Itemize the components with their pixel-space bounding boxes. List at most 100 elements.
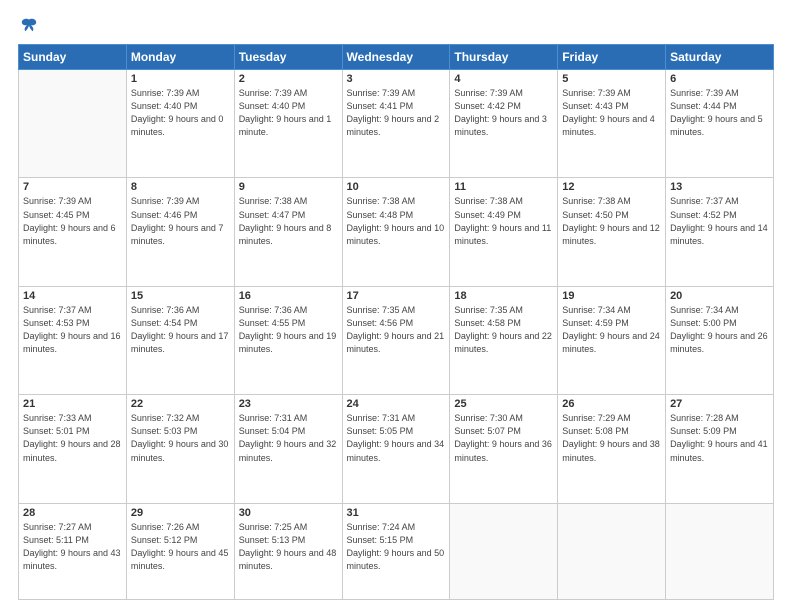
calendar-cell: 17 Sunrise: 7:35 AMSunset: 4:56 PMDayligh… bbox=[342, 286, 450, 394]
calendar-cell: 9Sunrise: 7:38 AMSunset: 4:47 PMDaylight… bbox=[234, 178, 342, 286]
day-number: 22 bbox=[131, 398, 230, 410]
day-info: Sunrise: 7:39 AMSunset: 4:40 PMDaylight:… bbox=[239, 87, 338, 139]
weekday-header-sunday: Sunday bbox=[19, 45, 127, 70]
calendar-cell: 10 Sunrise: 7:38 AMSunset: 4:48 PMDayligh… bbox=[342, 178, 450, 286]
calendar-cell: 5 Sunrise: 7:39 AMSunset: 4:43 PMDaylight… bbox=[558, 70, 666, 178]
calendar-cell: 16 Sunrise: 7:36 AMSunset: 4:55 PMDayligh… bbox=[234, 286, 342, 394]
day-info: Sunrise: 7:38 AMSunset: 4:47 PMDaylight:… bbox=[239, 195, 338, 247]
day-number: 7 bbox=[23, 181, 122, 193]
calendar-cell bbox=[666, 503, 774, 599]
day-number: 4 bbox=[454, 73, 553, 85]
calendar-cell: 29Sunrise: 7:26 AMSunset: 5:12 PMDayligh… bbox=[126, 503, 234, 599]
day-number: 12 bbox=[562, 181, 661, 193]
calendar-cell: 18 Sunrise: 7:35 AMSunset: 4:58 PMDayligh… bbox=[450, 286, 558, 394]
calendar-cell: 28Sunrise: 7:27 AMSunset: 5:11 PMDayligh… bbox=[19, 503, 127, 599]
day-info: Sunrise: 7:37 AMSunset: 4:52 PMDaylight:… bbox=[670, 195, 769, 247]
calendar-cell: 25Sunrise: 7:30 AMSunset: 5:07 PMDayligh… bbox=[450, 395, 558, 503]
day-info: Sunrise: 7:26 AMSunset: 5:12 PMDaylight:… bbox=[131, 521, 230, 573]
day-info: Sunrise: 7:32 AMSunset: 5:03 PMDaylight:… bbox=[131, 412, 230, 464]
day-info: Sunrise: 7:36 AMSunset: 4:55 PMDaylight:… bbox=[239, 304, 338, 356]
day-number: 13 bbox=[670, 181, 769, 193]
header bbox=[18, 16, 774, 34]
calendar-cell: 13 Sunrise: 7:37 AMSunset: 4:52 PMDayligh… bbox=[666, 178, 774, 286]
day-info: Sunrise: 7:34 AMSunset: 5:00 PMDaylight:… bbox=[670, 304, 769, 356]
weekday-header-thursday: Thursday bbox=[450, 45, 558, 70]
day-number: 28 bbox=[23, 507, 122, 519]
weekday-header-friday: Friday bbox=[558, 45, 666, 70]
day-info: Sunrise: 7:29 AMSunset: 5:08 PMDaylight:… bbox=[562, 412, 661, 464]
calendar-cell: 15Sunrise: 7:36 AMSunset: 4:54 PMDayligh… bbox=[126, 286, 234, 394]
calendar-cell: 14 Sunrise: 7:37 AMSunset: 4:53 PMDayligh… bbox=[19, 286, 127, 394]
calendar-cell bbox=[19, 70, 127, 178]
day-info: Sunrise: 7:37 AMSunset: 4:53 PMDaylight:… bbox=[23, 304, 122, 356]
day-info: Sunrise: 7:39 AMSunset: 4:46 PMDaylight:… bbox=[131, 195, 230, 247]
day-info: Sunrise: 7:35 AMSunset: 4:56 PMDaylight:… bbox=[347, 304, 446, 356]
weekday-header-wednesday: Wednesday bbox=[342, 45, 450, 70]
calendar-cell: 24Sunrise: 7:31 AMSunset: 5:05 PMDayligh… bbox=[342, 395, 450, 503]
day-number: 16 bbox=[239, 290, 338, 302]
day-info: Sunrise: 7:39 AMSunset: 4:42 PMDaylight:… bbox=[454, 87, 553, 139]
day-info: Sunrise: 7:35 AMSunset: 4:58 PMDaylight:… bbox=[454, 304, 553, 356]
day-number: 8 bbox=[131, 181, 230, 193]
day-number: 30 bbox=[239, 507, 338, 519]
calendar-cell: 1Sunrise: 7:39 AMSunset: 4:40 PMDaylight… bbox=[126, 70, 234, 178]
week-row-1: 1Sunrise: 7:39 AMSunset: 4:40 PMDaylight… bbox=[19, 70, 774, 178]
calendar-table: SundayMondayTuesdayWednesdayThursdayFrid… bbox=[18, 44, 774, 600]
logo bbox=[18, 16, 38, 34]
calendar-cell: 6 Sunrise: 7:39 AMSunset: 4:44 PMDaylight… bbox=[666, 70, 774, 178]
calendar-cell: 20 Sunrise: 7:34 AMSunset: 5:00 PMDayligh… bbox=[666, 286, 774, 394]
day-number: 11 bbox=[454, 181, 553, 193]
day-info: Sunrise: 7:39 AMSunset: 4:44 PMDaylight:… bbox=[670, 87, 769, 139]
week-row-5: 28Sunrise: 7:27 AMSunset: 5:11 PMDayligh… bbox=[19, 503, 774, 599]
day-number: 27 bbox=[670, 398, 769, 410]
day-number: 31 bbox=[347, 507, 446, 519]
calendar-cell: 30 Sunrise: 7:25 AMSunset: 5:13 PMDayligh… bbox=[234, 503, 342, 599]
week-row-4: 21Sunrise: 7:33 AMSunset: 5:01 PMDayligh… bbox=[19, 395, 774, 503]
day-info: Sunrise: 7:38 AMSunset: 4:50 PMDaylight:… bbox=[562, 195, 661, 247]
calendar-cell: 26 Sunrise: 7:29 AMSunset: 5:08 PMDayligh… bbox=[558, 395, 666, 503]
day-number: 26 bbox=[562, 398, 661, 410]
week-row-3: 14 Sunrise: 7:37 AMSunset: 4:53 PMDayligh… bbox=[19, 286, 774, 394]
day-number: 18 bbox=[454, 290, 553, 302]
day-number: 14 bbox=[23, 290, 122, 302]
calendar-cell: 4 Sunrise: 7:39 AMSunset: 4:42 PMDaylight… bbox=[450, 70, 558, 178]
day-number: 5 bbox=[562, 73, 661, 85]
day-info: Sunrise: 7:28 AMSunset: 5:09 PMDaylight:… bbox=[670, 412, 769, 464]
calendar-cell: 22 Sunrise: 7:32 AMSunset: 5:03 PMDayligh… bbox=[126, 395, 234, 503]
day-number: 20 bbox=[670, 290, 769, 302]
day-info: Sunrise: 7:39 AMSunset: 4:41 PMDaylight:… bbox=[347, 87, 446, 139]
weekday-header-tuesday: Tuesday bbox=[234, 45, 342, 70]
day-number: 17 bbox=[347, 290, 446, 302]
day-info: Sunrise: 7:24 AMSunset: 5:15 PMDaylight:… bbox=[347, 521, 446, 573]
calendar-cell: 27 Sunrise: 7:28 AMSunset: 5:09 PMDayligh… bbox=[666, 395, 774, 503]
calendar-cell: 12 Sunrise: 7:38 AMSunset: 4:50 PMDayligh… bbox=[558, 178, 666, 286]
calendar-cell: 3 Sunrise: 7:39 AMSunset: 4:41 PMDaylight… bbox=[342, 70, 450, 178]
day-info: Sunrise: 7:39 AMSunset: 4:40 PMDaylight:… bbox=[131, 87, 230, 139]
day-info: Sunrise: 7:30 AMSunset: 5:07 PMDaylight:… bbox=[454, 412, 553, 464]
logo-bird-icon bbox=[20, 16, 38, 34]
day-number: 19 bbox=[562, 290, 661, 302]
day-info: Sunrise: 7:38 AMSunset: 4:49 PMDaylight:… bbox=[454, 195, 553, 247]
weekday-header-saturday: Saturday bbox=[666, 45, 774, 70]
calendar-cell: 21Sunrise: 7:33 AMSunset: 5:01 PMDayligh… bbox=[19, 395, 127, 503]
calendar-cell: 11 Sunrise: 7:38 AMSunset: 4:49 PMDayligh… bbox=[450, 178, 558, 286]
calendar-cell: 19Sunrise: 7:34 AMSunset: 4:59 PMDayligh… bbox=[558, 286, 666, 394]
weekday-header-row: SundayMondayTuesdayWednesdayThursdayFrid… bbox=[19, 45, 774, 70]
day-number: 24 bbox=[347, 398, 446, 410]
day-number: 3 bbox=[347, 73, 446, 85]
page: SundayMondayTuesdayWednesdayThursdayFrid… bbox=[0, 0, 792, 612]
day-number: 2 bbox=[239, 73, 338, 85]
day-info: Sunrise: 7:39 AMSunset: 4:43 PMDaylight:… bbox=[562, 87, 661, 139]
day-number: 23 bbox=[239, 398, 338, 410]
calendar-cell bbox=[558, 503, 666, 599]
calendar-cell: 31 Sunrise: 7:24 AMSunset: 5:15 PMDayligh… bbox=[342, 503, 450, 599]
calendar-cell: 23 Sunrise: 7:31 AMSunset: 5:04 PMDayligh… bbox=[234, 395, 342, 503]
day-info: Sunrise: 7:36 AMSunset: 4:54 PMDaylight:… bbox=[131, 304, 230, 356]
day-info: Sunrise: 7:38 AMSunset: 4:48 PMDaylight:… bbox=[347, 195, 446, 247]
day-number: 10 bbox=[347, 181, 446, 193]
day-number: 6 bbox=[670, 73, 769, 85]
calendar-cell bbox=[450, 503, 558, 599]
day-info: Sunrise: 7:25 AMSunset: 5:13 PMDaylight:… bbox=[239, 521, 338, 573]
calendar-cell: 8 Sunrise: 7:39 AMSunset: 4:46 PMDaylight… bbox=[126, 178, 234, 286]
day-info: Sunrise: 7:31 AMSunset: 5:04 PMDaylight:… bbox=[239, 412, 338, 464]
